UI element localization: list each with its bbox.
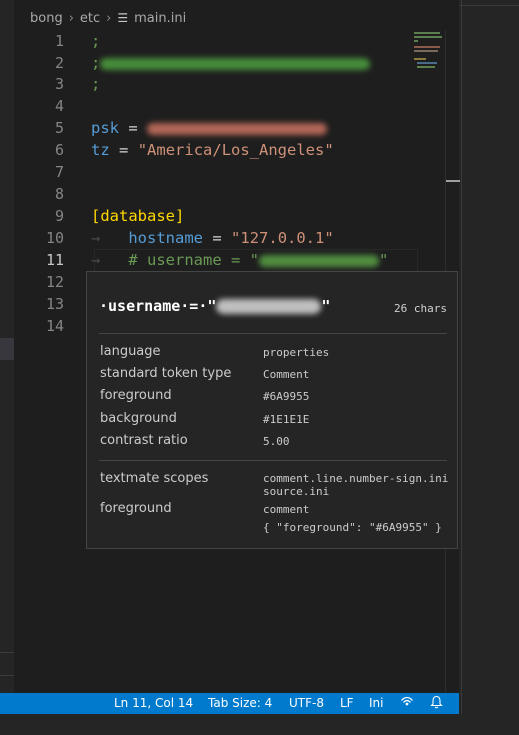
minimap-line — [414, 32, 440, 34]
line-number-active: 11 — [45, 251, 64, 269]
tab-arrow-icon: → — [91, 229, 101, 247]
line-number: 5 — [54, 119, 64, 137]
chevron-right-icon: › — [106, 10, 112, 26]
token-suffix: " — [321, 297, 331, 315]
breadcrumb: bong › etc › ☰ main.ini — [30, 8, 186, 28]
minimap-line — [417, 62, 437, 64]
chevron-right-icon: › — [68, 10, 74, 26]
redacted-text — [259, 254, 379, 267]
sidebar-divider — [0, 675, 14, 676]
line-number: 14 — [45, 317, 64, 335]
minimap-line — [414, 36, 442, 38]
label-tm-foreground: foreground — [100, 501, 172, 516]
bell-icon[interactable] — [430, 695, 443, 712]
code-line-5: psk = — [91, 119, 328, 137]
redacted-value — [147, 122, 328, 135]
label-textmate-scopes: textmate scopes — [100, 471, 209, 486]
minimap-line — [417, 66, 435, 68]
lines-file-icon: ☰ — [117, 11, 129, 25]
sidebar-selected-item[interactable] — [0, 338, 14, 360]
indentation[interactable]: Tab Size: 4 — [208, 696, 272, 710]
comment-marker: ; — [91, 54, 101, 72]
line-number: 6 — [54, 141, 64, 159]
redacted-text — [216, 299, 322, 314]
label-background: background — [100, 411, 177, 426]
value-tm-foreground: comment — [263, 503, 310, 516]
encoding[interactable]: UTF-8 — [289, 696, 324, 710]
redacted-text — [100, 57, 371, 70]
label-token-type: standard token type — [100, 366, 232, 381]
status-bar: Ln 11, Col 14 Tab Size: 4 UTF-8 LF Ini — [0, 693, 459, 714]
language-mode[interactable]: Ini — [369, 696, 383, 710]
line-number: 2 — [54, 54, 64, 72]
minimap-line — [414, 46, 440, 48]
line-number: 3 — [54, 75, 64, 93]
line-number: 1 — [54, 32, 64, 50]
token-prefix: ·username·=·" — [99, 297, 217, 315]
label-foreground: foreground — [100, 388, 172, 403]
token-inspector-hover: ·username·=·" " 26 chars language propert… — [86, 271, 458, 549]
minimap-line — [414, 58, 426, 60]
comment-text: # username = " — [128, 251, 259, 269]
line-number: 12 — [45, 273, 64, 291]
token-text: ·username·=·" " — [99, 297, 330, 315]
code-line-11: → # username = " " — [91, 251, 388, 269]
value-foreground: #6A9955 — [263, 390, 310, 403]
label-language: language — [100, 344, 161, 359]
comment-text-end: " — [379, 251, 389, 269]
value-scope-1: comment.line.number-sign.ini — [263, 472, 449, 485]
end-of-line[interactable]: LF — [340, 696, 354, 710]
divider — [99, 460, 447, 461]
broadcast-icon[interactable] — [400, 695, 414, 712]
line-number: 13 — [45, 295, 64, 313]
breadcrumb-item-bong[interactable]: bong — [30, 11, 63, 26]
ini-equals: = — [212, 229, 222, 247]
minimap-line — [414, 50, 438, 52]
ini-equals: = — [128, 119, 138, 137]
code-line-3: ; — [91, 75, 101, 93]
ini-key: hostname — [128, 229, 203, 247]
breadcrumb-item-file[interactable]: main.ini — [134, 11, 186, 26]
value-scope-2: source.ini — [263, 485, 330, 498]
value-background: #1E1E1E — [263, 413, 310, 426]
panel-separator — [461, 0, 462, 735]
ini-key: psk — [91, 119, 119, 137]
breadcrumb-item-etc[interactable]: etc — [80, 11, 100, 26]
value-contrast: 5.00 — [263, 435, 290, 448]
value-language: properties — [263, 346, 330, 359]
secondary-panel — [459, 0, 519, 735]
value-token-type: Comment — [263, 368, 310, 381]
code-line-1: ; — [91, 32, 101, 50]
line-number: 4 — [54, 97, 64, 115]
ini-equals: = — [119, 141, 129, 159]
char-count: 26 chars — [394, 302, 447, 315]
bottom-panel-edge — [0, 714, 519, 735]
line-number: 10 — [45, 229, 64, 247]
code-line-2: ; — [91, 54, 371, 72]
ini-value: "127.0.0.1" — [231, 229, 334, 247]
line-number: 7 — [54, 163, 64, 181]
line-number: 9 — [54, 207, 64, 225]
line-number: 8 — [54, 185, 64, 203]
code-line-10: → hostname = "127.0.0.1" — [91, 229, 334, 247]
ini-key: tz — [91, 141, 110, 159]
scrollbar-cursor-marker — [446, 180, 460, 182]
code-line-6: tz = "America/Los_Angeles" — [91, 141, 334, 159]
tab-arrow-icon: → — [91, 251, 101, 269]
sidebar-edge — [0, 0, 14, 693]
tab-border — [459, 5, 519, 6]
value-tm-foreground-rule: { "foreground": "#6A9955" } — [263, 521, 442, 534]
label-contrast: contrast ratio — [100, 433, 188, 448]
sidebar-divider — [0, 652, 14, 653]
ini-value: "America/Los_Angeles" — [137, 141, 334, 159]
token-title: ·username·=·" " 26 chars — [99, 296, 447, 320]
minimap-line — [414, 40, 418, 42]
cursor-position[interactable]: Ln 11, Col 14 — [114, 696, 193, 710]
divider — [99, 333, 447, 334]
code-line-9: [database] — [91, 207, 185, 225]
